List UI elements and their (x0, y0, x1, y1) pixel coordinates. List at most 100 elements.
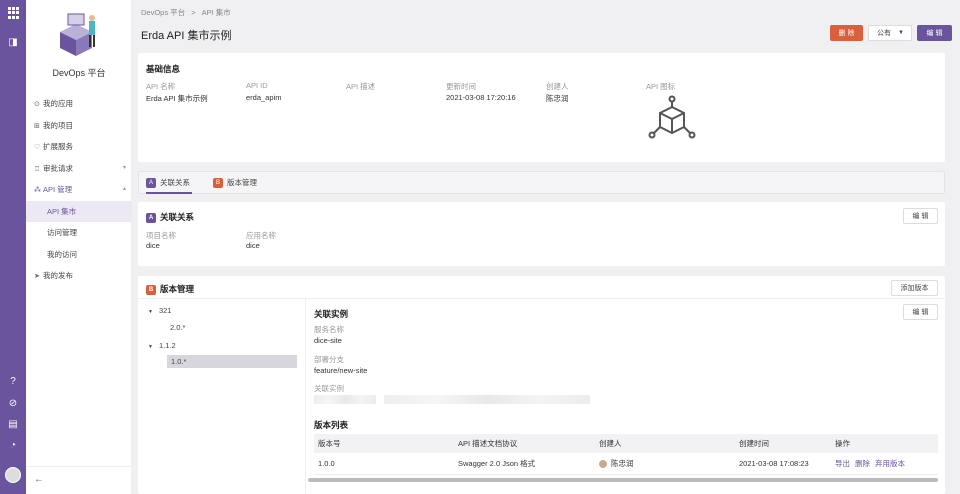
creator-cell: 陈忠润 (595, 453, 735, 475)
heart-icon: ♡ (34, 144, 41, 151)
instance-edit-button[interactable]: 编 辑 (903, 304, 938, 320)
service-value: dice-site (314, 336, 342, 345)
sidebar-item-my-projects[interactable]: ⊞ 我的项目 (26, 115, 132, 137)
bell-icon[interactable]: ◔ (7, 440, 19, 452)
delete-button[interactable]: 删 除 (830, 25, 863, 41)
instance-heading: 关联实例 (314, 309, 349, 319)
relation-edit-button[interactable]: 编 辑 (903, 208, 938, 224)
blurred-instance (314, 395, 376, 404)
sidebar-item-my-publish[interactable]: ➤ 我的发布 (26, 265, 132, 287)
tree-leaf-selected[interactable]: 1.0.* (167, 355, 297, 368)
api-name-value: Erda API 集市示例 (146, 94, 208, 103)
breadcrumb: DevOps 平台 > API 集市 (141, 7, 231, 18)
version-tab-icon: B (213, 178, 223, 189)
column-header: API 描述文档协议 (454, 434, 595, 453)
devops-illustration (60, 13, 95, 56)
table-row: 1.0.0 Swagger 2.0 Json 格式 陈忠润 2021-03-08… (314, 453, 938, 475)
sidebar: DevOps 平台 ⊙ 我的应用 ⊞ 我的项目 ♡ 扩展服务 ♖ 审批请求 ▾ ⁂ API … (26, 0, 132, 494)
app-icon: ⊙ (34, 101, 40, 108)
protocol-cell: Swagger 2.0 Json 格式 (454, 453, 595, 475)
instance-label: 关联实例 (314, 384, 344, 393)
update-time-value: 2021-03-08 17:20:16 (446, 93, 516, 102)
collapse-arrow-icon[interactable]: ← (34, 474, 44, 485)
tree-node[interactable]: ▼ 321 (148, 306, 171, 315)
version-icon: B (146, 284, 156, 295)
sidebar-item-api-market[interactable]: API 集市 (26, 200, 132, 222)
chevron-up-icon: ▴ (122, 186, 126, 192)
deprecate-link[interactable]: 弃用版本 (875, 459, 905, 468)
detail-tabs: A 关联关系 B 版本管理 (138, 171, 945, 194)
help-icon[interactable]: ? (7, 376, 19, 388)
relation-heading: A 关联关系 (146, 211, 194, 223)
version-table: 版本号 API 描述文档协议 创建人 创建时间 操作 1.0.0 Swagger… (314, 434, 938, 475)
relation-card: A 关联关系 编 辑 项目名称 dice 应用名称 dice (138, 202, 945, 266)
sidebar-item-extensions[interactable]: ♡ 扩展服务 (26, 136, 132, 158)
chevron-down-icon: ▾ (122, 164, 126, 171)
delete-link[interactable]: 删除 (855, 459, 870, 468)
basic-info-card: 基础信息 API 名称 Erda API 集市示例 API ID erda_ap… (138, 53, 945, 162)
tab-version[interactable]: B 版本管理 (213, 172, 257, 194)
creator-avatar (599, 459, 607, 468)
divider (305, 298, 306, 494)
field-label: 更新时间 (446, 82, 476, 91)
send-icon: ➤ (34, 273, 40, 280)
sidebar-item-approvals[interactable]: ♖ 审批请求 ▾ (26, 158, 132, 180)
app-label: 应用名称 (246, 231, 276, 240)
api-icon: ⁂ (34, 187, 41, 194)
creator-value: 陈忠润 (546, 94, 569, 103)
visibility-select[interactable]: 公有 ▼ (868, 25, 912, 41)
version-cell: 1.0.0 (314, 453, 454, 475)
caret-down-icon: ▼ (898, 30, 904, 36)
sidebar-footer (26, 466, 132, 467)
column-header: 创建人 (595, 434, 735, 453)
field-label: API 名称 (146, 82, 176, 91)
field-label: API ID (246, 81, 268, 90)
sidebar-nav: ⊙ 我的应用 ⊞ 我的项目 ♡ 扩展服务 ♖ 审批请求 ▾ ⁂ API 管理 ▴ API 集市… (26, 93, 132, 287)
caret-down-icon: ▼ (148, 309, 153, 315)
breadcrumb-root[interactable]: DevOps 平台 (141, 8, 185, 17)
field-label: API 图标 (646, 82, 676, 91)
add-version-button[interactable]: 添加版本 (891, 280, 938, 296)
sidebar-item-my-access[interactable]: 我的访问 (26, 244, 132, 266)
column-header: 操作 (831, 434, 938, 453)
edit-button[interactable]: 编 辑 (917, 25, 952, 41)
tree-leaf[interactable]: 2.0.* (170, 323, 185, 332)
sidebar-item-access-management[interactable]: 访问管理 (26, 222, 132, 244)
sidebar-item-api-management[interactable]: ⁂ API 管理 ▴ (26, 179, 132, 201)
api-id-value: erda_apim (246, 93, 282, 102)
ops-cell: 导出 删除 弃用版本 (831, 453, 938, 475)
blurred-instance (384, 395, 590, 404)
tab-relation[interactable]: A 关联关系 (146, 172, 192, 194)
sidebar-item-my-apps[interactable]: ⊙ 我的应用 (26, 93, 132, 115)
project-value: dice (146, 241, 160, 250)
version-heading: B 版本管理 (146, 283, 194, 295)
branch-label: 部署分支 (314, 355, 344, 364)
project-label: 项目名称 (146, 231, 176, 240)
app-value: dice (246, 241, 260, 250)
tree-node[interactable]: ▼ 1.1.2 (148, 341, 176, 350)
breadcrumb-current: API 集市 (201, 8, 231, 17)
column-header: 创建时间 (735, 434, 831, 453)
apps-grid-icon[interactable] (8, 7, 20, 19)
field-label: API 描述 (346, 82, 376, 91)
user-avatar[interactable] (5, 467, 21, 483)
field-label: 创建人 (546, 82, 569, 91)
time-cell: 2021-03-08 17:08:23 (735, 453, 831, 475)
column-header: 版本号 (314, 434, 454, 453)
version-list-heading: 版本列表 (314, 420, 349, 430)
api-cube-icon (648, 95, 696, 139)
platform-title: DevOps 平台 (52, 68, 106, 78)
horizontal-scrollbar[interactable] (308, 478, 938, 482)
export-link[interactable]: 导出 (835, 459, 850, 468)
document-icon[interactable]: ▤ (7, 419, 19, 431)
version-card: B 版本管理 添加版本 ▼ 321 2.0.* ▼ 1.1.2 1.0.* 关联实例 … (138, 276, 945, 494)
platform-logo-icon[interactable]: ◨ (7, 37, 19, 49)
relation-tab-icon: A (146, 178, 156, 189)
divider (138, 298, 945, 299)
caret-down-icon: ▼ (148, 344, 153, 350)
approval-icon: ♖ (34, 165, 41, 173)
project-icon: ⊞ (34, 122, 40, 130)
basic-info-heading: 基础信息 (146, 64, 181, 74)
rocket-icon[interactable]: ⊘ (7, 398, 19, 410)
service-label: 服务名称 (314, 325, 344, 334)
